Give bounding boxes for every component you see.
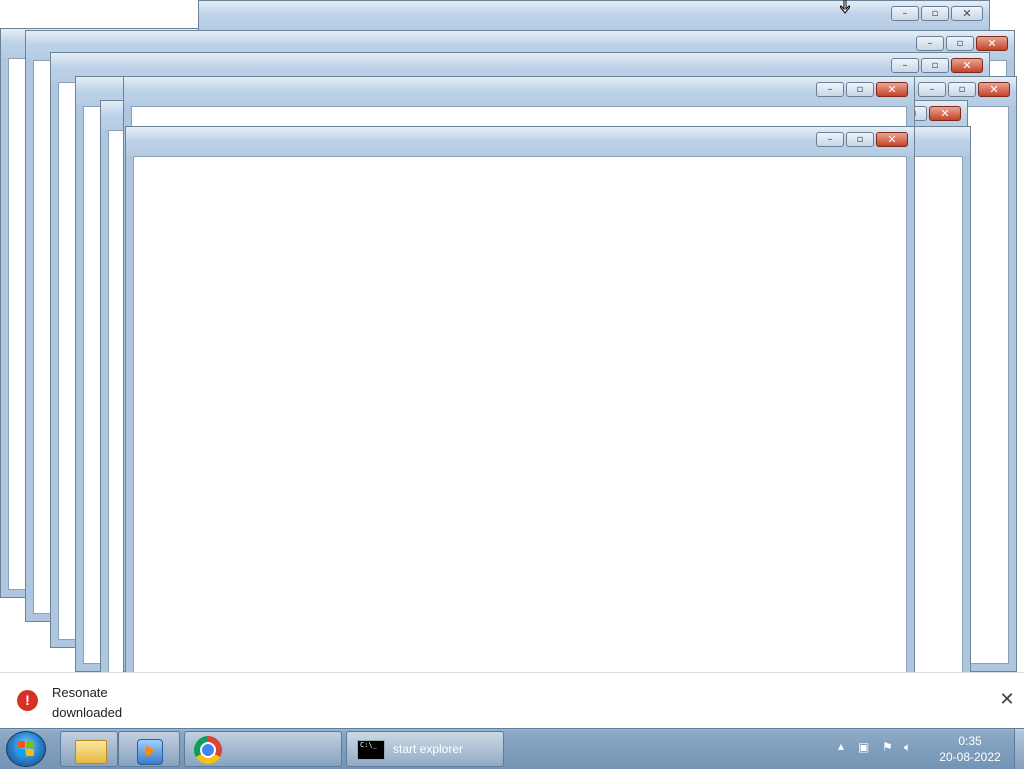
minimize-icon: –	[902, 59, 908, 71]
clock-date: 20-08-2022	[939, 750, 1001, 764]
maximize-icon: ▫	[931, 7, 939, 19]
clock-time: 0:35	[958, 734, 982, 748]
close-icon: ✕	[989, 83, 999, 96]
close-button[interactable]: ✕	[978, 82, 1010, 97]
maximize-button[interactable]: ▫	[948, 82, 976, 97]
close-icon: ✕	[962, 7, 972, 20]
window-caption-buttons: – ▫ ✕	[816, 82, 908, 97]
close-download-bar-button[interactable]: ✕	[996, 689, 1018, 711]
windows-logo-icon	[17, 741, 35, 757]
minimize-button[interactable]: –	[918, 82, 946, 97]
close-button[interactable]: ✕	[876, 82, 908, 97]
taskbar-cmd-label: start explorer	[393, 742, 464, 756]
start-button[interactable]	[6, 731, 46, 767]
taskbar-windows-explorer[interactable]	[60, 731, 118, 767]
taskbar-media-player[interactable]	[118, 731, 180, 767]
volume-icon[interactable]: 🔈︎	[904, 740, 911, 755]
desktop: – ▫ ✕ – ▫ ✕ – ▫ ✕ – ▫ ✕ – ▫	[0, 0, 1024, 728]
minimize-icon: –	[902, 7, 908, 19]
close-button[interactable]: ✕	[976, 36, 1008, 51]
taskbar-chrome[interactable]	[184, 731, 342, 767]
mouse-cursor-icon	[839, 0, 851, 14]
front-window: – ▫ ✕	[125, 126, 915, 696]
action-center-flag-icon[interactable]: ⚑	[882, 740, 893, 754]
close-icon: ✕	[962, 59, 972, 72]
chrome-icon	[194, 736, 222, 764]
media-player-icon	[137, 739, 163, 765]
close-button[interactable]: ✕	[951, 6, 983, 21]
minimize-button[interactable]: –	[816, 82, 844, 97]
minimize-button[interactable]: –	[891, 6, 919, 21]
window-caption-buttons: – ▫ ✕	[816, 132, 908, 147]
warning-icon: !	[17, 690, 38, 711]
maximize-icon: ▫	[856, 133, 864, 145]
network-icon[interactable]: ▣	[858, 740, 869, 754]
window-caption-buttons: – ▫ ✕	[918, 82, 1010, 97]
maximize-button[interactable]: ▫	[846, 82, 874, 97]
maximize-button[interactable]: ▫	[946, 36, 974, 51]
maximize-icon: ▫	[931, 59, 939, 71]
minimize-icon: –	[927, 37, 933, 49]
minimize-icon: –	[929, 83, 935, 95]
download-message-line-1: Resonate	[52, 685, 108, 700]
windows-explorer-icon	[75, 740, 107, 764]
close-icon: ✕	[887, 133, 897, 146]
taskbar: C:\_ start explorer ▴ ▣ ⚑ 🔈︎ 0:35 20-08-…	[0, 728, 1024, 769]
show-desktop-button[interactable]	[1014, 729, 1024, 769]
download-bar: ! Resonate downloaded ✕	[0, 672, 1024, 729]
minimize-icon: –	[827, 83, 833, 95]
close-icon: ✕	[887, 83, 897, 96]
minimize-button[interactable]: –	[816, 132, 844, 147]
minimize-icon: –	[827, 133, 833, 145]
taskbar-cmd-window[interactable]: C:\_ start explorer	[346, 731, 504, 767]
maximize-button[interactable]: ▫	[846, 132, 874, 147]
close-button[interactable]: ✕	[951, 58, 983, 73]
close-button[interactable]: ✕	[876, 132, 908, 147]
minimize-button[interactable]: –	[891, 58, 919, 73]
cmd-icon: C:\_	[357, 740, 385, 760]
window-caption-buttons: – ▫ ✕	[891, 58, 983, 73]
maximize-icon: ▫	[956, 37, 964, 49]
maximize-icon: ▫	[958, 83, 966, 95]
window-caption-buttons: – ▫ ✕	[916, 36, 1008, 51]
maximize-button[interactable]: ▫	[921, 58, 949, 73]
maximize-icon: ▫	[856, 83, 864, 95]
close-button[interactable]: ✕	[929, 106, 961, 121]
download-message-line-2: downloaded	[52, 705, 123, 720]
download-message[interactable]: Resonate downloaded	[52, 683, 122, 723]
minimize-button[interactable]: –	[916, 36, 944, 51]
maximize-button[interactable]: ▫	[921, 6, 949, 21]
clock[interactable]: 0:35 20-08-2022	[930, 733, 1010, 765]
close-icon: ✕	[940, 107, 950, 120]
close-icon: ✕	[987, 37, 997, 50]
window-caption-buttons: – ▫ ✕	[891, 6, 983, 21]
show-hidden-icons-icon[interactable]: ▴	[838, 739, 844, 753]
